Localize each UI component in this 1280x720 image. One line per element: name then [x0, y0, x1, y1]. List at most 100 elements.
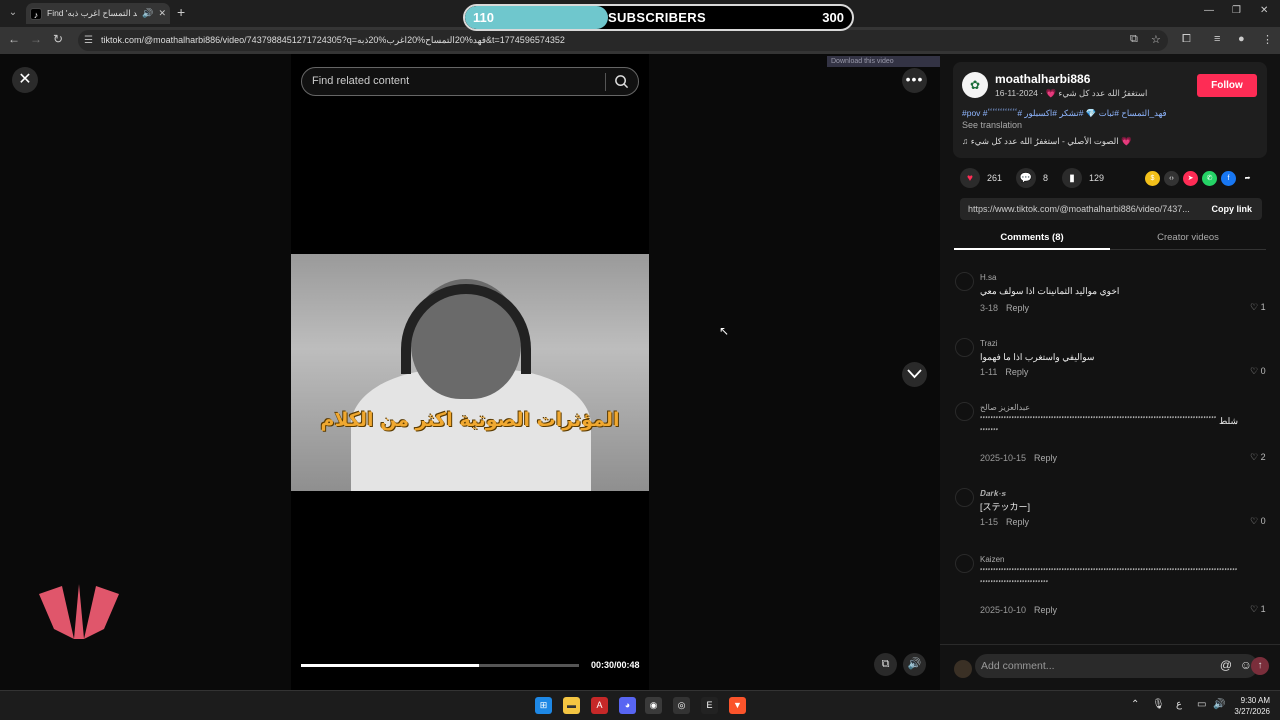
browser-tab[interactable]: ♪ Find 'فهد التمساح اغرب ذبه' 🔊 ✕ — [26, 3, 170, 24]
file-explorer-icon[interactable]: ▬ — [563, 697, 580, 714]
forward-icon[interactable]: → — [28, 32, 44, 46]
music-line[interactable]: ♫ الصوت الأصلي - استغفرُ الله عدد كل شيء… — [962, 136, 1132, 147]
back-icon[interactable]: ← — [6, 32, 22, 46]
send-comment-button[interactable]: ↑ — [1251, 657, 1269, 675]
streamer-logo-icon — [39, 584, 119, 639]
system-clock[interactable]: 9:30 AM 3/27/2026 — [1230, 695, 1270, 717]
commenter-avatar[interactable] — [955, 272, 974, 291]
next-video-button[interactable] — [902, 362, 927, 387]
embed-icon[interactable]: ‹› — [1164, 171, 1179, 186]
commenter-name[interactable]: عبدالعزيز صالح — [980, 403, 1030, 412]
tab-search-icon[interactable]: ⌄ — [5, 5, 21, 21]
commenter-avatar[interactable] — [955, 554, 974, 573]
address-bar[interactable]: ☰ tiktok.com/@moathalharbi886/video/7437… — [78, 30, 1168, 51]
commenter-avatar[interactable] — [955, 488, 974, 507]
media-icon[interactable]: ≡ — [1214, 33, 1220, 45]
network-icon[interactable]: ▭ — [1197, 699, 1206, 710]
reply-button[interactable]: Reply — [1034, 453, 1057, 463]
extensions-icon[interactable]: ⧠ — [1182, 33, 1191, 46]
video-progress-bar[interactable] — [301, 664, 579, 667]
epic-games-icon[interactable]: E — [701, 697, 718, 714]
comment-like[interactable]: ♡ 1 — [1250, 604, 1266, 615]
close-window-icon[interactable]: ✕ — [1260, 5, 1268, 16]
maximize-icon[interactable]: ❐ — [1232, 5, 1241, 16]
comment-date: 3-18 — [980, 303, 999, 313]
speaker-icon[interactable]: 🔊 — [142, 8, 153, 19]
commenter-name[interactable]: Kaizen — [980, 555, 1004, 564]
comment-meta: 1-15 Reply — [980, 517, 1029, 527]
reply-button[interactable]: Reply — [1034, 605, 1057, 615]
see-translation-link[interactable]: See translation — [962, 120, 1022, 130]
comment-like-count: 2 — [1260, 452, 1266, 462]
discord-icon[interactable]: ◕ — [619, 697, 636, 714]
pip-icon[interactable]: ⧉ — [874, 653, 897, 676]
share-row: $ ‹› ➤ ✆ f ➦ — [1145, 171, 1255, 186]
chevron-up-icon[interactable]: ⌃ — [1131, 699, 1139, 710]
reply-button[interactable]: Reply — [1005, 367, 1028, 377]
close-video-button[interactable]: ✕ — [12, 67, 38, 93]
share-link-text[interactable]: https://www.tiktok.com/@moathalharbi886/… — [968, 204, 1198, 214]
heart-icon[interactable]: ♥ — [960, 168, 980, 188]
chevron-down-icon — [907, 369, 922, 379]
download-video-tag[interactable]: Download this video — [827, 56, 940, 67]
brave-icon[interactable]: ▼ — [729, 697, 746, 714]
subscriber-count: 110 — [473, 10, 494, 25]
commenter-avatar[interactable] — [955, 402, 974, 421]
comment-like[interactable]: ♡ 0 — [1250, 516, 1266, 527]
commenter-avatar[interactable] — [955, 338, 974, 357]
comment-input[interactable]: Add comment... @ ☺ — [975, 654, 1258, 678]
app-a-icon[interactable]: A — [591, 697, 608, 714]
profile-avatar[interactable]: ● — [1238, 33, 1245, 45]
bookmark-icon[interactable]: ▮ — [1062, 168, 1083, 188]
comment-icon[interactable]: 💬 — [1016, 168, 1037, 188]
cast-icon[interactable]: ⧉ — [1130, 33, 1138, 46]
obs-icon[interactable]: ◎ — [673, 697, 690, 714]
volume-icon[interactable]: 🔊 — [903, 653, 926, 676]
commenter-name[interactable]: Trazi — [980, 339, 997, 348]
commenter-name[interactable]: 𝑫𝒂𝒓𝒌-𝒔 — [980, 489, 1006, 499]
language-indicator[interactable]: ع — [1176, 699, 1182, 710]
mention-icon[interactable]: @ — [1220, 658, 1232, 672]
volume-tray-icon[interactable]: 🔊 — [1213, 699, 1225, 710]
share-arrow-icon[interactable]: ➦ — [1240, 171, 1255, 186]
send-friends-icon[interactable]: ➤ — [1183, 171, 1198, 186]
author-name[interactable]: moathalharbi886 — [995, 72, 1090, 86]
heart-outline-icon: ♡ — [1250, 366, 1259, 376]
comment-like[interactable]: ♡ 1 — [1250, 302, 1266, 313]
comment-like[interactable]: ♡ 2 — [1250, 452, 1266, 463]
bookmark-star-icon[interactable]: ☆ — [1151, 33, 1161, 46]
copy-link-button[interactable]: Copy link — [1211, 204, 1252, 214]
comment-text: ٴٴٴٴٴٴٴٴٴٴٴٴٴٴٴٴٴٴٴٴٴٴٴٴٴٴٴٴٴٴٴٴٴٴٴٴٴٴٴٴ… — [980, 568, 1238, 590]
whatsapp-icon[interactable]: ✆ — [1202, 171, 1217, 186]
reply-button[interactable]: Reply — [1006, 303, 1029, 313]
reply-button[interactable]: Reply — [1006, 517, 1029, 527]
menu-kebab-icon[interactable]: ⋮ — [1262, 33, 1273, 46]
search-input[interactable]: Find related content — [301, 67, 639, 96]
follow-button[interactable]: Follow — [1197, 74, 1257, 97]
new-tab-button[interactable]: + — [177, 4, 185, 20]
search-icon[interactable] — [614, 74, 629, 89]
coin-icon[interactable]: $ — [1145, 171, 1160, 186]
facebook-icon[interactable]: f — [1221, 171, 1236, 186]
tiktok-page: ✕ Find related content Download this vid… — [0, 54, 1280, 690]
chrome-icon[interactable]: ◉ — [645, 697, 662, 714]
close-tab-icon[interactable]: ✕ — [158, 8, 166, 19]
author-subline: استغفرُ الله عدد كل شيء 💗 · 2024-11-16 — [995, 88, 1148, 98]
reload-icon[interactable]: ↻ — [50, 32, 66, 46]
site-info-icon[interactable]: ☰ — [84, 35, 93, 46]
more-options-button[interactable]: ••• — [902, 68, 927, 93]
minimize-icon[interactable]: — — [1204, 5, 1214, 16]
music-title: الصوت الأصلي - استغفرُ الله عدد كل شيء 💗 — [970, 136, 1132, 146]
microphone-icon[interactable]: 🎙 — [1152, 699, 1165, 710]
tab-creator-videos[interactable]: Creator videos — [1110, 232, 1266, 243]
tab-comments[interactable]: Comments (8) — [954, 232, 1110, 243]
heart-outline-icon: ♡ — [1250, 516, 1259, 526]
comment-date: 2025-10-10 — [980, 605, 1027, 615]
windows-start-icon[interactable]: ⊞ — [535, 697, 552, 714]
video-frame: المؤثرات الصوتية اكثر من الكلام — [291, 254, 649, 491]
comment-text: شلط ٴٴٴٴٴٴٴٴٴٴٴٴٴٴٴٴٴٴٴٴٴٴٴٴٴٴٴٴٴٴٴٴٴٴٴٴ… — [980, 416, 1239, 438]
comment-like[interactable]: ♡ 0 — [1250, 366, 1266, 377]
commenter-name[interactable]: H.sa — [980, 273, 996, 282]
heart-outline-icon: ♡ — [1250, 452, 1259, 462]
author-avatar[interactable]: ✿ — [962, 72, 988, 98]
